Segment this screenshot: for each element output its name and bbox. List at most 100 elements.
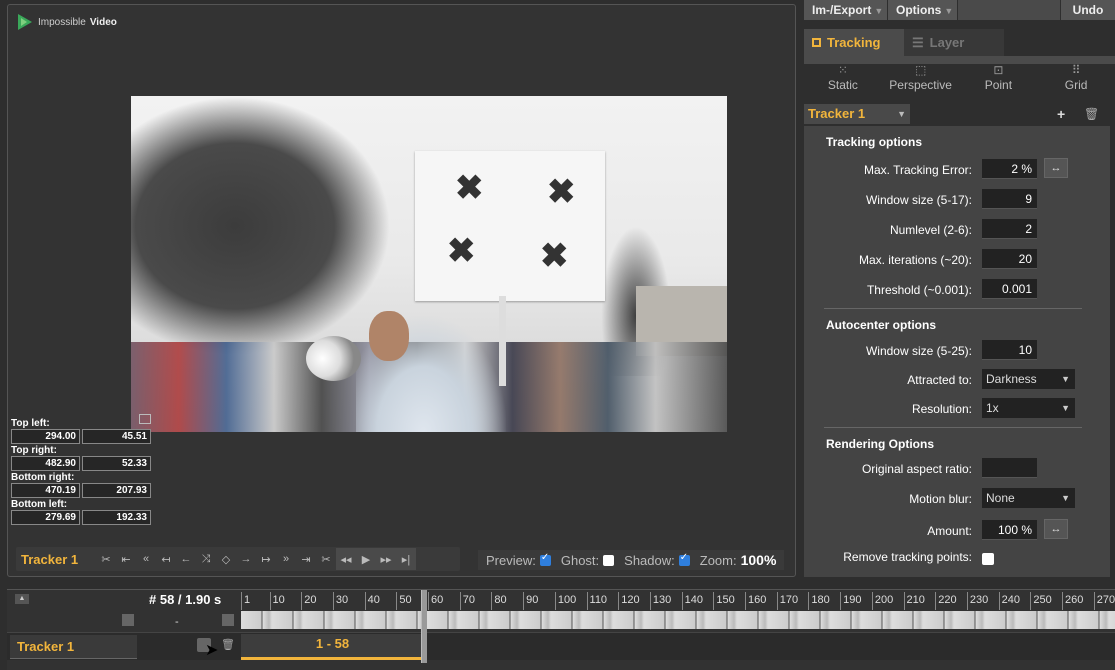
tick-label: 10 [272, 594, 285, 606]
delete-tracker-icon[interactable]: 🗑 [1084, 107, 1099, 121]
step-forward-icon[interactable]: » [276, 553, 296, 565]
step-back-icon[interactable]: « [136, 553, 156, 565]
corner-label: Bottom left: [11, 499, 68, 510]
thumbnail-strip[interactable] [241, 611, 1115, 629]
add-tracker-icon[interactable]: + [1057, 106, 1065, 122]
keyframe-icon[interactable]: ◇ [216, 553, 236, 566]
fast-forward-icon[interactable]: ▸▸ [376, 553, 396, 566]
last-frame-icon[interactable]: ⇥ [296, 553, 316, 566]
end-icon[interactable]: ▸| [396, 553, 416, 566]
link-icon[interactable]: ↔ [1044, 158, 1068, 178]
tick-line [1093, 592, 1095, 610]
undo-button[interactable]: Undo [1061, 0, 1115, 20]
video-frame[interactable]: ✖ ✖ ✖ ✖ [131, 96, 727, 432]
chevron-down-icon: ▼ [1061, 403, 1070, 413]
mode-point[interactable]: ⊡ Point [962, 62, 1034, 100]
key-forward-icon[interactable]: ↦ [256, 553, 276, 566]
cut-icon[interactable]: ✂ [316, 553, 336, 566]
back-icon[interactable]: ← [176, 553, 196, 565]
tick-line [301, 592, 303, 610]
tick-line [808, 592, 810, 610]
remove-points-checkbox[interactable] [982, 553, 994, 565]
corner-x-field[interactable]: 294.00 [11, 429, 80, 444]
tick-label: 130 [652, 594, 672, 606]
play-icon[interactable]: ▶ [356, 553, 376, 566]
corner-x-field[interactable]: 470.19 [11, 483, 80, 498]
tracking-point-icon[interactable]: ✖ [540, 239, 569, 273]
numlevel-field[interactable]: 2 [982, 219, 1037, 239]
tick-label: 60 [431, 594, 444, 606]
import-export-menu[interactable]: Im-/Export ▼ [804, 0, 888, 20]
zoom-out-icon[interactable] [122, 614, 134, 626]
tick-line [586, 592, 588, 610]
zoom-value[interactable]: 100% [741, 552, 777, 568]
amount-field[interactable]: 100 % [982, 520, 1037, 540]
delete-track-icon[interactable]: 🗑 [221, 638, 235, 651]
tab-tracking[interactable]: Tracking [804, 29, 904, 57]
motion-blur-select[interactable]: None ▼ [982, 488, 1075, 508]
chevron-down-icon: ▼ [874, 6, 884, 16]
viewer-toolbar: Tracker 1 ✂ ⇤ « ↤ ← ⤨ ◇ → ↦ » ⇥ ✂ ◂◂ ▶ ▸… [16, 547, 460, 571]
corner-x-field[interactable]: 482.90 [11, 456, 80, 471]
timeline-ruler[interactable]: 1 10 20 30 40 50 60 70 80 90 100 110 120 130 140 150 160… [241, 592, 1115, 610]
key-back-icon[interactable]: ↤ [156, 553, 176, 566]
shadow-checkbox[interactable] [678, 552, 690, 566]
attracted-select[interactable]: Darkness ▼ [982, 369, 1075, 389]
tracking-options-panel: Tracking options Max. Tracking Error: 2 … [804, 126, 1110, 577]
tick-line [998, 592, 1000, 610]
zoom-in-icon[interactable] [222, 614, 234, 626]
options-menu[interactable]: Options ▼ [888, 0, 958, 20]
ghost-checkbox[interactable] [603, 554, 615, 566]
first-frame-icon[interactable]: ⇤ [116, 553, 136, 566]
tick-line [966, 592, 968, 610]
expand-icon[interactable] [139, 414, 151, 424]
track-name[interactable]: Tracker 1 [10, 635, 137, 659]
aspect-field[interactable] [982, 458, 1037, 478]
mode-perspective[interactable]: ⬚ Perspective [885, 62, 957, 100]
shuffle-icon[interactable]: ⤨ [196, 553, 216, 566]
rewind-icon[interactable]: ◂◂ [336, 553, 356, 566]
collapse-icon[interactable]: ▲ [15, 594, 29, 604]
corner-label: Top right: [11, 445, 57, 456]
top-menu: Im-/Export ▼ Options ▼ Undo [804, 0, 1115, 20]
viewer-tracker-name: Tracker 1 [21, 551, 79, 567]
corner-y-field[interactable]: 45.51 [82, 429, 151, 444]
tick-label: 250 [1033, 594, 1052, 606]
autocenter-window-field[interactable]: 10 [982, 340, 1037, 360]
tick-line [1062, 592, 1064, 610]
logo: Impossible Video [16, 13, 117, 31]
link-icon[interactable]: ↔ [1044, 519, 1068, 539]
playhead[interactable] [421, 590, 427, 663]
track-row: Tracker 1 🗑 [7, 632, 1115, 660]
grid-icon: ⠿ [1071, 63, 1081, 77]
max-error-label: Max. Tracking Error: [863, 163, 972, 177]
iterations-field[interactable]: 20 [982, 249, 1037, 269]
tick-label: 240 [1001, 594, 1020, 606]
tracking-point-icon[interactable]: ✖ [447, 234, 476, 268]
tracking-point-icon[interactable]: ✖ [547, 175, 576, 209]
corner-x-field[interactable]: 279.69 [11, 510, 80, 525]
resolution-select[interactable]: 1x ▼ [982, 398, 1075, 418]
corner-y-field[interactable]: 192.33 [82, 510, 151, 525]
static-icon: ⁙ [837, 63, 848, 77]
forward-icon[interactable]: → [236, 553, 256, 565]
mode-grid[interactable]: ⠿ Grid [1040, 62, 1112, 100]
track-segment[interactable]: 1 - 58 [241, 634, 424, 660]
corner-y-field[interactable]: 207.93 [82, 483, 151, 498]
tracking-point-icon[interactable]: ✖ [455, 171, 484, 205]
preview-checkbox[interactable] [539, 552, 551, 566]
tick-label: 230 [969, 594, 989, 606]
remove-points-label: Remove tracking points: [843, 550, 972, 564]
corner-y-field[interactable]: 52.33 [82, 456, 151, 471]
scissors-icon[interactable]: ✂ [96, 553, 116, 566]
mode-static[interactable]: ⁙ Static [807, 62, 879, 100]
window-size-field[interactable]: 9 [982, 189, 1037, 209]
max-error-field[interactable]: 2 % [982, 159, 1037, 179]
tick-label: 270 [1096, 594, 1115, 606]
video-viewer[interactable]: Impossible Video ✖ ✖ ✖ ✖ Top left: 294.00… [7, 4, 796, 577]
tab-layer[interactable]: ☰ Layer [904, 29, 1004, 57]
threshold-field[interactable]: 0.001 [982, 279, 1037, 299]
tracker-select[interactable]: Tracker 1 ▼ [804, 104, 910, 124]
timeline[interactable]: ▲ # 58 / 1.90 s - 1 10 20 30 40 50 60 70 80 90 100… [7, 589, 1115, 670]
tick-line [241, 592, 242, 610]
